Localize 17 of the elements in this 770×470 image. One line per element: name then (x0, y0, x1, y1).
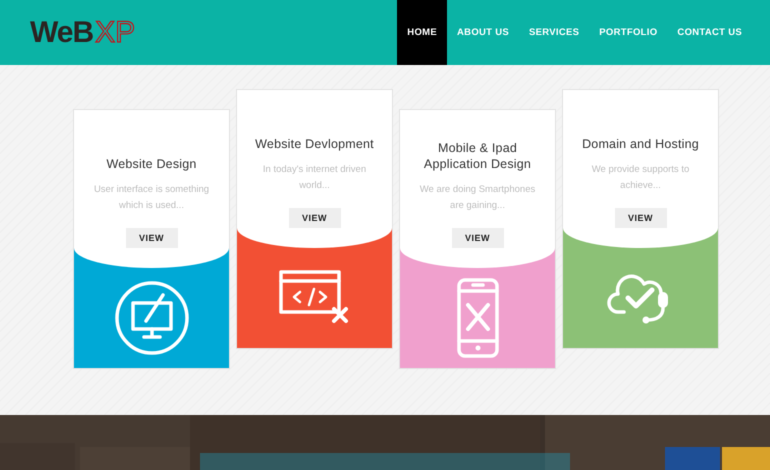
card-title: Website Design (106, 156, 197, 172)
view-button[interactable]: VIEW (126, 228, 178, 248)
view-button[interactable]: VIEW (452, 228, 504, 248)
phone-tools-icon (456, 277, 500, 359)
card-description: In today's internet driven world... (262, 163, 368, 193)
card-description: User interface is something which is used... (92, 183, 210, 213)
logo-suffix: XP (95, 16, 136, 50)
view-button[interactable]: VIEW (288, 208, 340, 228)
card-title: Website Devlopment (255, 136, 374, 152)
card-title: Domain and Hosting (582, 136, 699, 152)
logo-wordmark[interactable]: WeB (30, 16, 94, 50)
monitor-brush-icon (112, 279, 190, 357)
card-description: We are doing Smartphones are gaining... (418, 183, 536, 213)
nav-link[interactable]: HOME (397, 0, 447, 65)
card-description: We provide supports to achieve... (590, 163, 690, 193)
card-title: Mobile & Ipad Application Design (422, 140, 532, 172)
view-button[interactable]: VIEW (614, 208, 666, 228)
